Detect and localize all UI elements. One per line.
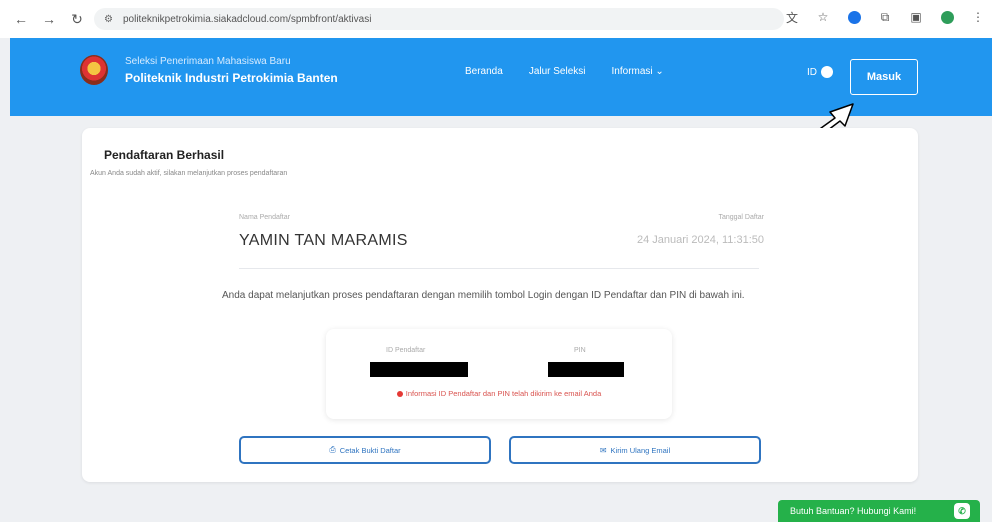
help-chat-label: Butuh Bantuan? Hubungi Kami! (790, 506, 917, 516)
card-title: Pendaftaran Berhasil (104, 148, 225, 162)
email-notice-text: Informasi ID Pendaftar dan PIN telah dik… (405, 389, 602, 398)
alert-dot-icon (396, 391, 403, 398)
brand-title[interactable]: Politeknik Industri Petrokimia Banten (125, 71, 338, 85)
resend-email-button[interactable]: ✉ Kirim Ulang Email (509, 436, 761, 464)
help-chat-widget[interactable]: Butuh Bantuan? Hubungi Kami! ✆ (778, 500, 980, 522)
profile-avatar-icon[interactable] (939, 9, 955, 25)
pin-redacted (548, 362, 624, 377)
envelope-icon: ✉ (599, 445, 607, 455)
institution-logo[interactable] (80, 55, 108, 85)
reload-icon[interactable]: ↻ (68, 10, 86, 28)
whatsapp-icon: ✆ (954, 503, 970, 519)
pin-label: PIN (574, 347, 586, 354)
forward-icon[interactable]: → (40, 10, 58, 28)
browser-toolbar: ← → ↻ ⚙ politeknikpetrokimia.siakadcloud… (0, 0, 992, 38)
applicant-id-label: ID Pendaftar (386, 347, 426, 354)
url-text: politeknikpetrokimia.siakadcloud.com/spm… (122, 13, 372, 25)
brand-subtitle: Seleksi Penerimaan Mahasiswa Baru (125, 56, 291, 67)
extension-blue-icon[interactable] (846, 9, 862, 25)
nav-beranda[interactable]: Beranda (465, 66, 503, 77)
print-proof-label: Cetak Bukti Daftar (339, 445, 401, 455)
browser-actions: 文 ☆ ⧉ ▣ ⋮ (784, 9, 986, 25)
resend-email-label: Kirim Ulang Email (610, 445, 671, 455)
language-label: ID (807, 66, 817, 78)
extensions-icon[interactable]: ⧉ (877, 9, 893, 25)
nav-informasi[interactable]: Informasi ⌄ (612, 66, 664, 77)
printer-icon: ⎙ (329, 445, 336, 454)
main-nav: Beranda Jalur Seleksi Informasi ⌄ (465, 66, 664, 77)
print-proof-button[interactable]: ⎙ Cetak Bukti Daftar (239, 436, 491, 464)
registration-date-label: Tanggal Daftar (718, 214, 764, 221)
card-description: Akun Anda sudah aktif, silakan melanjutk… (90, 170, 288, 177)
language-selector[interactable]: ID (807, 66, 833, 78)
applicant-id-redacted (370, 362, 468, 377)
login-button[interactable]: Masuk (850, 59, 918, 95)
instructions-text: Anda dapat melanjutkan proses pendaftara… (222, 290, 745, 301)
registration-date: 24 Januari 2024, 11:31:50 (636, 234, 764, 246)
bookmark-star-icon[interactable]: ☆ (815, 9, 831, 25)
globe-icon (821, 66, 833, 78)
divider (239, 268, 759, 269)
translate-icon[interactable]: 文 (784, 9, 800, 25)
nav-jalur-seleksi[interactable]: Jalur Seleksi (529, 66, 586, 77)
site-settings-icon[interactable]: ⚙ (104, 14, 113, 25)
applicant-name: YAMIN TAN MARAMIS (239, 232, 408, 249)
address-bar[interactable]: ⚙ politeknikpetrokimia.siakadcloud.com/s… (94, 8, 784, 30)
menu-kebab-icon[interactable]: ⋮ (970, 9, 986, 25)
browser-nav: ← → ↻ (0, 10, 86, 28)
credentials-box: ID Pendaftar PIN Informasi ID Pendaftar … (326, 329, 672, 419)
applicant-name-label: Nama Pendaftar (239, 214, 290, 221)
side-panel-icon[interactable]: ▣ (908, 9, 924, 25)
email-notice: Informasi ID Pendaftar dan PIN telah dik… (326, 389, 672, 398)
registration-success-card: Pendaftaran Berhasil Akun Anda sudah akt… (82, 128, 918, 482)
back-icon[interactable]: ← (12, 10, 30, 28)
